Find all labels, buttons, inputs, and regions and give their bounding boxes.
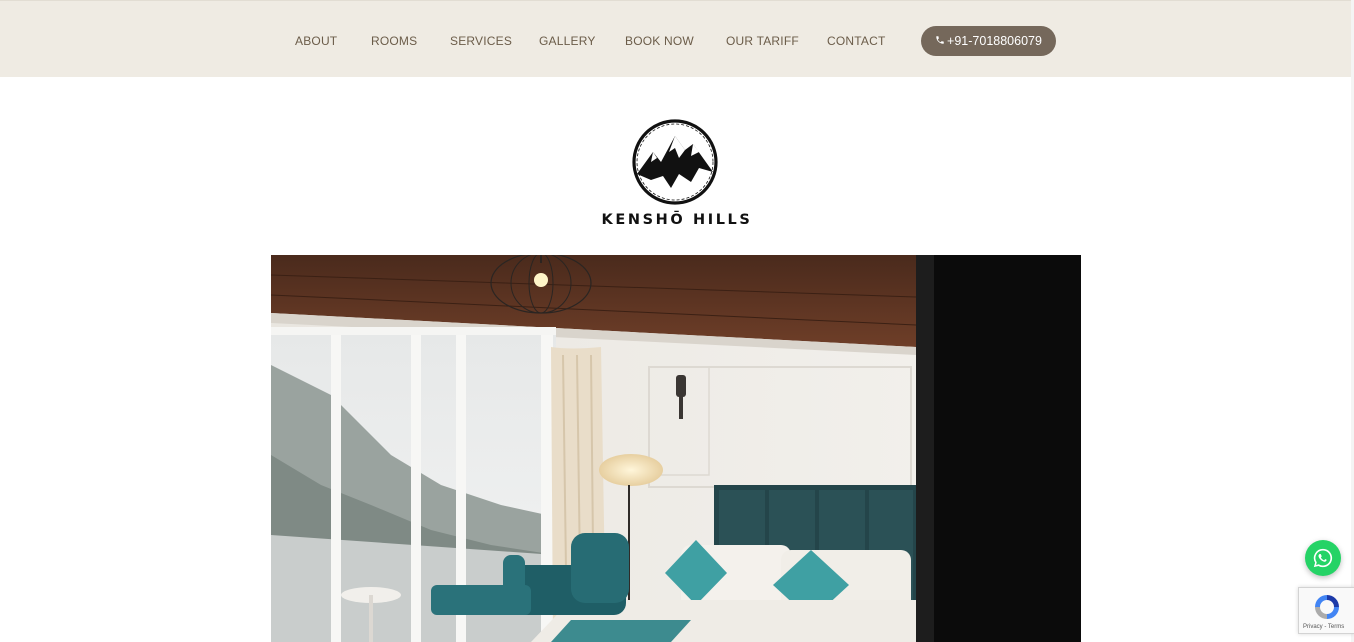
recaptcha-links[interactable]: Privacy - Terms [1303, 624, 1344, 630]
nav-about[interactable]: ABOUT [295, 34, 337, 48]
recaptcha-icon [1315, 595, 1339, 619]
call-phone-button[interactable]: +91-7018806079 [921, 26, 1056, 56]
nav-our-tariff[interactable]: OUR TARIFF [726, 34, 799, 48]
phone-icon [935, 34, 945, 48]
nav-contact[interactable]: CONTACT [827, 34, 886, 48]
brand-name: KENSHŌ HILLS [601, 212, 753, 228]
whatsapp-icon [1313, 548, 1333, 568]
hero-room-image [271, 255, 1081, 642]
recaptcha-badge[interactable]: Privacy - Terms [1298, 587, 1354, 634]
mountain-emblem-icon [632, 119, 718, 205]
top-navigation-bar: ABOUT ROOMS SERVICES GALLERY BOOK NOW OU… [0, 0, 1351, 77]
nav-rooms[interactable]: ROOMS [371, 34, 417, 48]
whatsapp-chat-button[interactable] [1305, 540, 1341, 576]
nav-gallery[interactable]: GALLERY [539, 34, 596, 48]
main-nav: ABOUT ROOMS SERVICES GALLERY BOOK NOW OU… [0, 1, 1351, 78]
nav-services[interactable]: SERVICES [450, 34, 512, 48]
phone-number: +91-7018806079 [947, 34, 1042, 48]
brand-logo[interactable]: KENSHŌ HILLS [600, 112, 754, 237]
nav-book-now[interactable]: BOOK NOW [625, 34, 694, 48]
